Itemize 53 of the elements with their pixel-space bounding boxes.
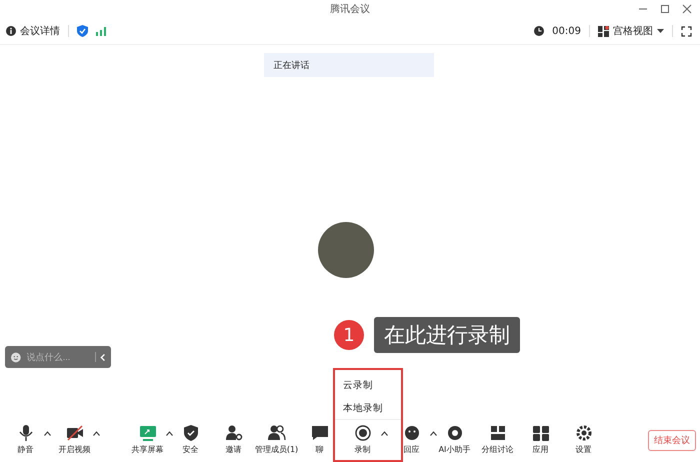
grid-view-button[interactable]: 宫格视图 <box>598 24 664 38</box>
record-option[interactable]: 本地录制 <box>335 397 401 420</box>
settings-toolbar-button[interactable]: 设置 <box>574 425 592 455</box>
people-icon <box>268 425 286 441</box>
speaking-indicator: 正在讲话 <box>264 53 434 77</box>
end-meeting-button[interactable]: 结束会议 <box>648 430 696 450</box>
caret-icon[interactable] <box>166 431 173 436</box>
step-number-badge: 1 <box>334 320 364 350</box>
apps-grid-icon <box>532 425 550 441</box>
signal-icon <box>96 26 106 36</box>
shield-icon[interactable] <box>77 25 88 37</box>
screen-share-icon <box>138 425 156 441</box>
mic-toolbar-button[interactable]: 静音 <box>16 425 34 455</box>
caret-icon[interactable] <box>430 431 437 436</box>
invite-toolbar-button[interactable]: 邀请 <box>224 425 242 455</box>
record-toolbar-button[interactable]: 录制 <box>354 425 372 455</box>
video-toolbar-button[interactable]: 开启视频 <box>58 425 90 455</box>
window-title: 腾讯会议 <box>330 2 370 16</box>
ai-toolbar-button[interactable]: AI小助手 <box>438 425 470 455</box>
apps-toolbar-button[interactable]: 应用 <box>532 425 550 455</box>
maximize-icon[interactable] <box>660 4 670 14</box>
chat-bubble-icon <box>310 425 328 441</box>
rooms-toolbar-button[interactable]: 分组讨论 <box>482 425 514 455</box>
callout-tooltip: 在此进行录制 <box>374 317 520 353</box>
record-icon <box>354 425 372 441</box>
blocks-icon <box>488 425 506 441</box>
share-toolbar-button[interactable]: 共享屏幕 <box>132 425 164 455</box>
shield-icon <box>182 425 200 441</box>
microphone-icon <box>16 425 34 441</box>
timer: 00:09 <box>552 26 581 36</box>
settings-icon <box>574 425 592 441</box>
fullscreen-icon[interactable] <box>681 26 692 36</box>
collapse-icon[interactable] <box>100 352 105 362</box>
security-toolbar-button[interactable]: 安全 <box>182 425 200 455</box>
members-toolbar-button[interactable]: 管理成员(1) <box>254 425 298 455</box>
info-icon <box>6 26 16 36</box>
camera-off-icon <box>66 425 84 441</box>
emoji-icon[interactable] <box>11 352 21 362</box>
meeting-details-button[interactable]: 会议详情 <box>6 24 60 38</box>
clock-icon <box>534 26 544 36</box>
ring-icon <box>446 425 464 441</box>
add-person-icon <box>224 425 242 441</box>
chat-input-field[interactable]: 说点什么... <box>24 352 96 362</box>
caret-icon[interactable] <box>381 431 388 436</box>
close-icon[interactable] <box>682 4 692 14</box>
chat-toolbar-button[interactable]: 聊 <box>310 425 328 455</box>
record-option[interactable]: 云录制 <box>335 374 401 397</box>
caret-icon[interactable] <box>44 431 51 436</box>
dropdown-caret-icon <box>657 28 664 34</box>
caret-icon[interactable] <box>93 431 100 436</box>
react-toolbar-button[interactable]: 回应 <box>402 425 420 455</box>
smiley-icon <box>402 425 420 441</box>
chat-bar[interactable]: 说点什么... <box>5 346 111 368</box>
